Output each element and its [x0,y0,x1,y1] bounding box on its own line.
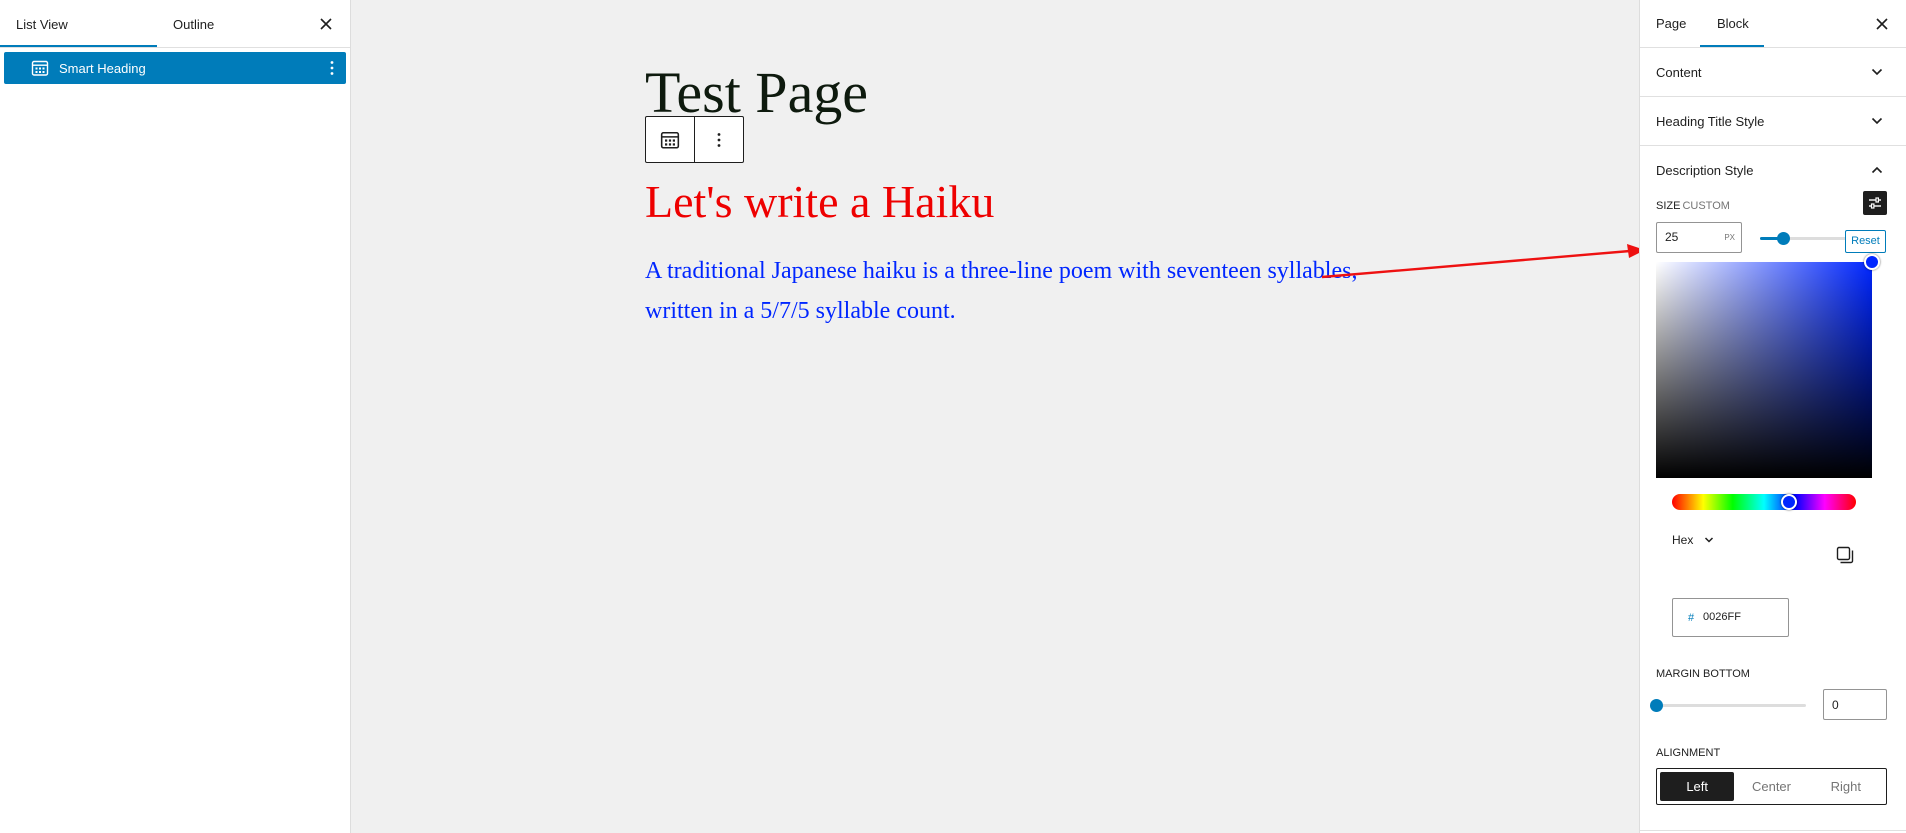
color-saturation-area[interactable] [1656,262,1872,478]
color-saturation-handle[interactable] [1864,254,1880,270]
editor-canvas: Test Page Let's write a Haiku A traditio… [351,0,1639,833]
panel-section-heading-title-style[interactable]: Heading Title Style [1640,97,1906,146]
panel-section-content[interactable]: Content [1640,48,1906,97]
close-settings-button[interactable] [1870,12,1894,36]
slider-thumb[interactable] [1776,232,1790,245]
block-calendar-icon [660,131,680,149]
section-title: Content [1656,65,1702,80]
tab-list-view[interactable]: List View [16,0,68,48]
chevron-up-icon [1871,166,1883,174]
size-label: Size Custom [1656,200,1730,212]
smart-heading-description[interactable]: A traditional Japanese haiku is a three-… [645,251,1365,331]
settings-sliders-icon [1869,197,1881,209]
block-settings-panel: Page Block Content Heading Title Style D… [1639,0,1906,833]
size-custom-label: Custom [1682,200,1730,212]
list-item-label: Smart Heading [59,60,146,76]
reset-button[interactable]: Reset [1845,230,1886,253]
hex-color-input[interactable] [1703,611,1783,623]
tab-outline[interactable]: Outline [173,0,214,48]
more-options-icon [717,132,721,147]
close-list-view-button[interactable] [314,12,338,36]
alignment-toggle-group: Left Center Right [1656,768,1887,805]
slider-thumb[interactable] [1650,699,1663,712]
size-unit-label: PX [1724,233,1735,242]
active-tab-indicator [0,45,157,47]
chevron-down-icon [1871,68,1883,76]
color-format-value: Hex [1672,533,1694,547]
margin-bottom-input-wrapper [1823,689,1887,720]
smart-heading-title[interactable]: Let's write a Haiku [645,174,994,230]
size-input[interactable] [1665,230,1715,244]
block-options-button[interactable] [695,117,743,162]
block-calendar-icon [30,58,50,78]
tab-page[interactable]: Page [1656,0,1686,48]
size-slider[interactable] [1760,231,1850,245]
tab-block[interactable]: Block [1717,0,1749,48]
hue-slider-handle[interactable] [1781,494,1797,510]
panel-section-description-style[interactable]: Description Style [1640,146,1906,195]
block-type-button[interactable] [646,117,694,162]
margin-bottom-input[interactable] [1832,698,1880,712]
close-icon [1876,18,1888,30]
margin-bottom-slider[interactable] [1650,698,1806,712]
align-left-button[interactable]: Left [1660,772,1735,801]
chevron-down-icon [1871,117,1883,125]
panel-divider [1640,830,1906,831]
hue-slider[interactable] [1672,494,1856,510]
list-item-smart-heading[interactable]: Smart Heading [4,52,346,84]
copy-icon [1836,546,1854,564]
more-options-icon[interactable] [326,58,338,78]
slider-track [1656,704,1806,707]
size-input-wrapper: PX [1656,222,1742,253]
align-center-button[interactable]: Center [1734,772,1808,801]
close-icon [320,18,332,30]
alignment-label: Alignment [1656,747,1721,759]
hex-prefix: # [1688,612,1695,624]
section-title: Description Style [1656,163,1754,178]
chevron-down-icon [1705,537,1714,543]
copy-color-button[interactable] [1833,543,1857,567]
active-tab-indicator [1700,45,1764,47]
align-right-button[interactable]: Right [1809,772,1883,801]
color-format-select[interactable]: Hex [1672,533,1715,547]
left-panel-tabs: List View Outline [0,0,350,48]
block-toolbar [645,116,744,163]
section-title: Heading Title Style [1656,114,1765,129]
size-label-text: Size [1656,200,1681,212]
custom-size-toggle-button[interactable] [1863,191,1887,215]
hex-input-wrapper: # [1672,598,1789,637]
margin-bottom-label: Margin Bottom [1656,668,1750,680]
settings-tabs: Page Block [1640,0,1906,48]
list-view-panel: List View Outline Smart Heading [0,0,351,833]
